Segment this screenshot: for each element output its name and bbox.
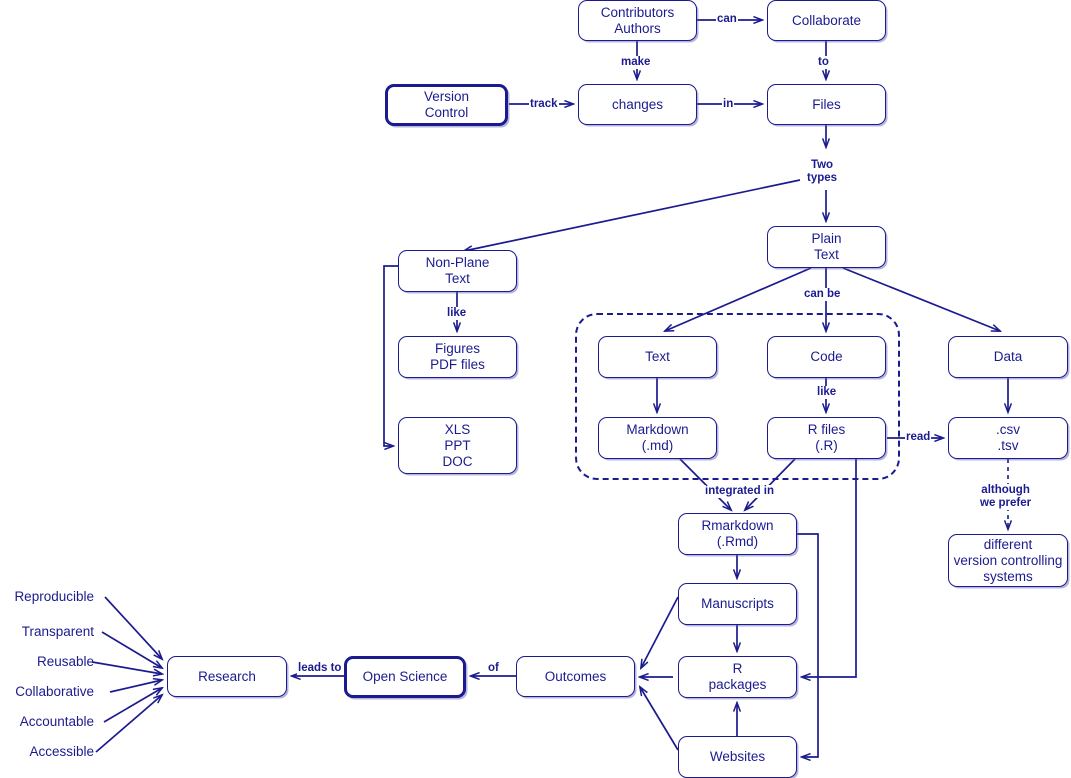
node-label-files: Files bbox=[812, 96, 841, 112]
edge-twotypes-nonplanetext bbox=[464, 179, 801, 251]
edge-label-to: to bbox=[817, 56, 830, 69]
node-version_control[interactable]: Version Control bbox=[385, 84, 508, 126]
edge-label-make: make bbox=[620, 56, 652, 69]
edge-label-of: of bbox=[487, 662, 500, 675]
edge-label-can_be: can be bbox=[803, 288, 842, 301]
edge-label-integrated_in: integrated in bbox=[704, 485, 776, 498]
node-label-plain_text: Plain Text bbox=[811, 231, 842, 262]
node-label-diff_vcs: different version controlling systems bbox=[953, 536, 1063, 584]
edge-websites-outcomes bbox=[640, 687, 679, 751]
quality-label-reproducible: Reproducible bbox=[14, 589, 94, 604]
node-plain_text[interactable]: Plain Text bbox=[767, 226, 886, 268]
edge-label-read: read bbox=[905, 431, 932, 444]
edge-accessible-research bbox=[95, 695, 162, 753]
edge-label-track: track bbox=[529, 98, 559, 111]
node-label-contributors: Contributors Authors bbox=[600, 4, 675, 36]
node-label-research: Research bbox=[198, 668, 256, 684]
quality-label-collaborative: Collaborative bbox=[15, 684, 94, 699]
edge-label-like_code: like bbox=[816, 386, 838, 399]
edge-label-although: although we prefer bbox=[979, 484, 1033, 510]
edge-label-in: in bbox=[722, 98, 735, 111]
node-xls_ppt_doc[interactable]: XLS PPT DOC bbox=[398, 417, 517, 474]
node-label-changes: changes bbox=[611, 96, 664, 112]
node-r_packages[interactable]: R packages bbox=[678, 656, 797, 698]
edge-collaborative-research bbox=[109, 680, 162, 693]
node-collaborate[interactable]: Collaborate bbox=[767, 0, 886, 41]
node-label-data: Data bbox=[993, 349, 1023, 364]
node-non_plane_text[interactable]: Non-Plane Text bbox=[398, 250, 517, 292]
edge-label-like_left: like bbox=[446, 307, 468, 320]
node-label-figures_pdf: Figures PDF files bbox=[430, 341, 485, 372]
node-markdown[interactable]: Markdown (.md) bbox=[598, 417, 717, 459]
node-label-csv_tsv: .csv .tsv bbox=[995, 422, 1020, 453]
node-label-r_packages: R packages bbox=[708, 661, 767, 692]
node-manuscripts[interactable]: Manuscripts bbox=[678, 583, 797, 625]
edge-nonplanetext-xls bbox=[383, 265, 398, 446]
node-label-collaborate: Collaborate bbox=[791, 12, 862, 28]
edge-reusable-research bbox=[91, 661, 162, 674]
node-label-outcomes: Outcomes bbox=[544, 668, 607, 684]
concept-map-canvas: Contributors Authors Collaborate Version C… bbox=[0, 0, 1071, 778]
node-label-non_plane_text: Non-Plane Text bbox=[425, 255, 490, 286]
edge-accountable-research bbox=[103, 688, 162, 723]
edge-label-two_types: Two types bbox=[806, 159, 839, 185]
node-open_science[interactable]: Open Science bbox=[344, 656, 466, 698]
node-csv_tsv[interactable]: .csv .tsv bbox=[948, 417, 1068, 459]
node-r_files[interactable]: R files (.R) bbox=[767, 417, 886, 459]
quality-label-accessible: Accessible bbox=[29, 744, 94, 759]
node-text[interactable]: Text bbox=[598, 336, 717, 378]
node-label-version_control: Version Control bbox=[423, 89, 470, 120]
quality-label-reusable: Reusable bbox=[36, 654, 94, 669]
edge-label-can: can bbox=[716, 13, 738, 26]
node-label-rmarkdown: Rmarkdown (.Rmd) bbox=[701, 518, 774, 549]
edge-label-leads_to: leads to bbox=[297, 662, 343, 675]
node-label-code: Code bbox=[810, 349, 843, 364]
node-diff_vcs[interactable]: different version controlling systems bbox=[948, 534, 1068, 587]
quality-label-transparent: Transparent bbox=[21, 624, 94, 639]
node-outcomes[interactable]: Outcomes bbox=[516, 656, 635, 697]
node-changes[interactable]: changes bbox=[578, 84, 697, 125]
node-rmarkdown[interactable]: Rmarkdown (.Rmd) bbox=[678, 513, 797, 555]
edge-rfiles-rpackages bbox=[802, 459, 857, 677]
node-label-xls_ppt_doc: XLS PPT DOC bbox=[442, 421, 473, 469]
node-label-markdown: Markdown (.md) bbox=[626, 422, 689, 453]
node-research[interactable]: Research bbox=[167, 656, 287, 697]
edge-transparent-research bbox=[101, 631, 162, 668]
node-contributors[interactable]: Contributors Authors bbox=[578, 0, 697, 41]
edge-rmarkdown-websites bbox=[797, 533, 819, 757]
node-websites[interactable]: Websites bbox=[678, 736, 797, 778]
node-label-websites: Websites bbox=[709, 749, 766, 764]
node-label-open_science: Open Science bbox=[362, 669, 448, 684]
node-code[interactable]: Code bbox=[767, 336, 886, 378]
node-files[interactable]: Files bbox=[767, 84, 886, 125]
edge-manuscripts-outcomes bbox=[641, 596, 679, 668]
node-label-manuscripts: Manuscripts bbox=[701, 596, 774, 611]
edge-reproducible-research bbox=[104, 596, 162, 659]
node-data[interactable]: Data bbox=[948, 336, 1068, 378]
quality-label-accountable: Accountable bbox=[19, 714, 94, 729]
node-figures_pdf[interactable]: Figures PDF files bbox=[398, 336, 517, 378]
node-label-r_files: R files (.R) bbox=[807, 422, 846, 453]
node-label-text: Text bbox=[645, 349, 670, 364]
